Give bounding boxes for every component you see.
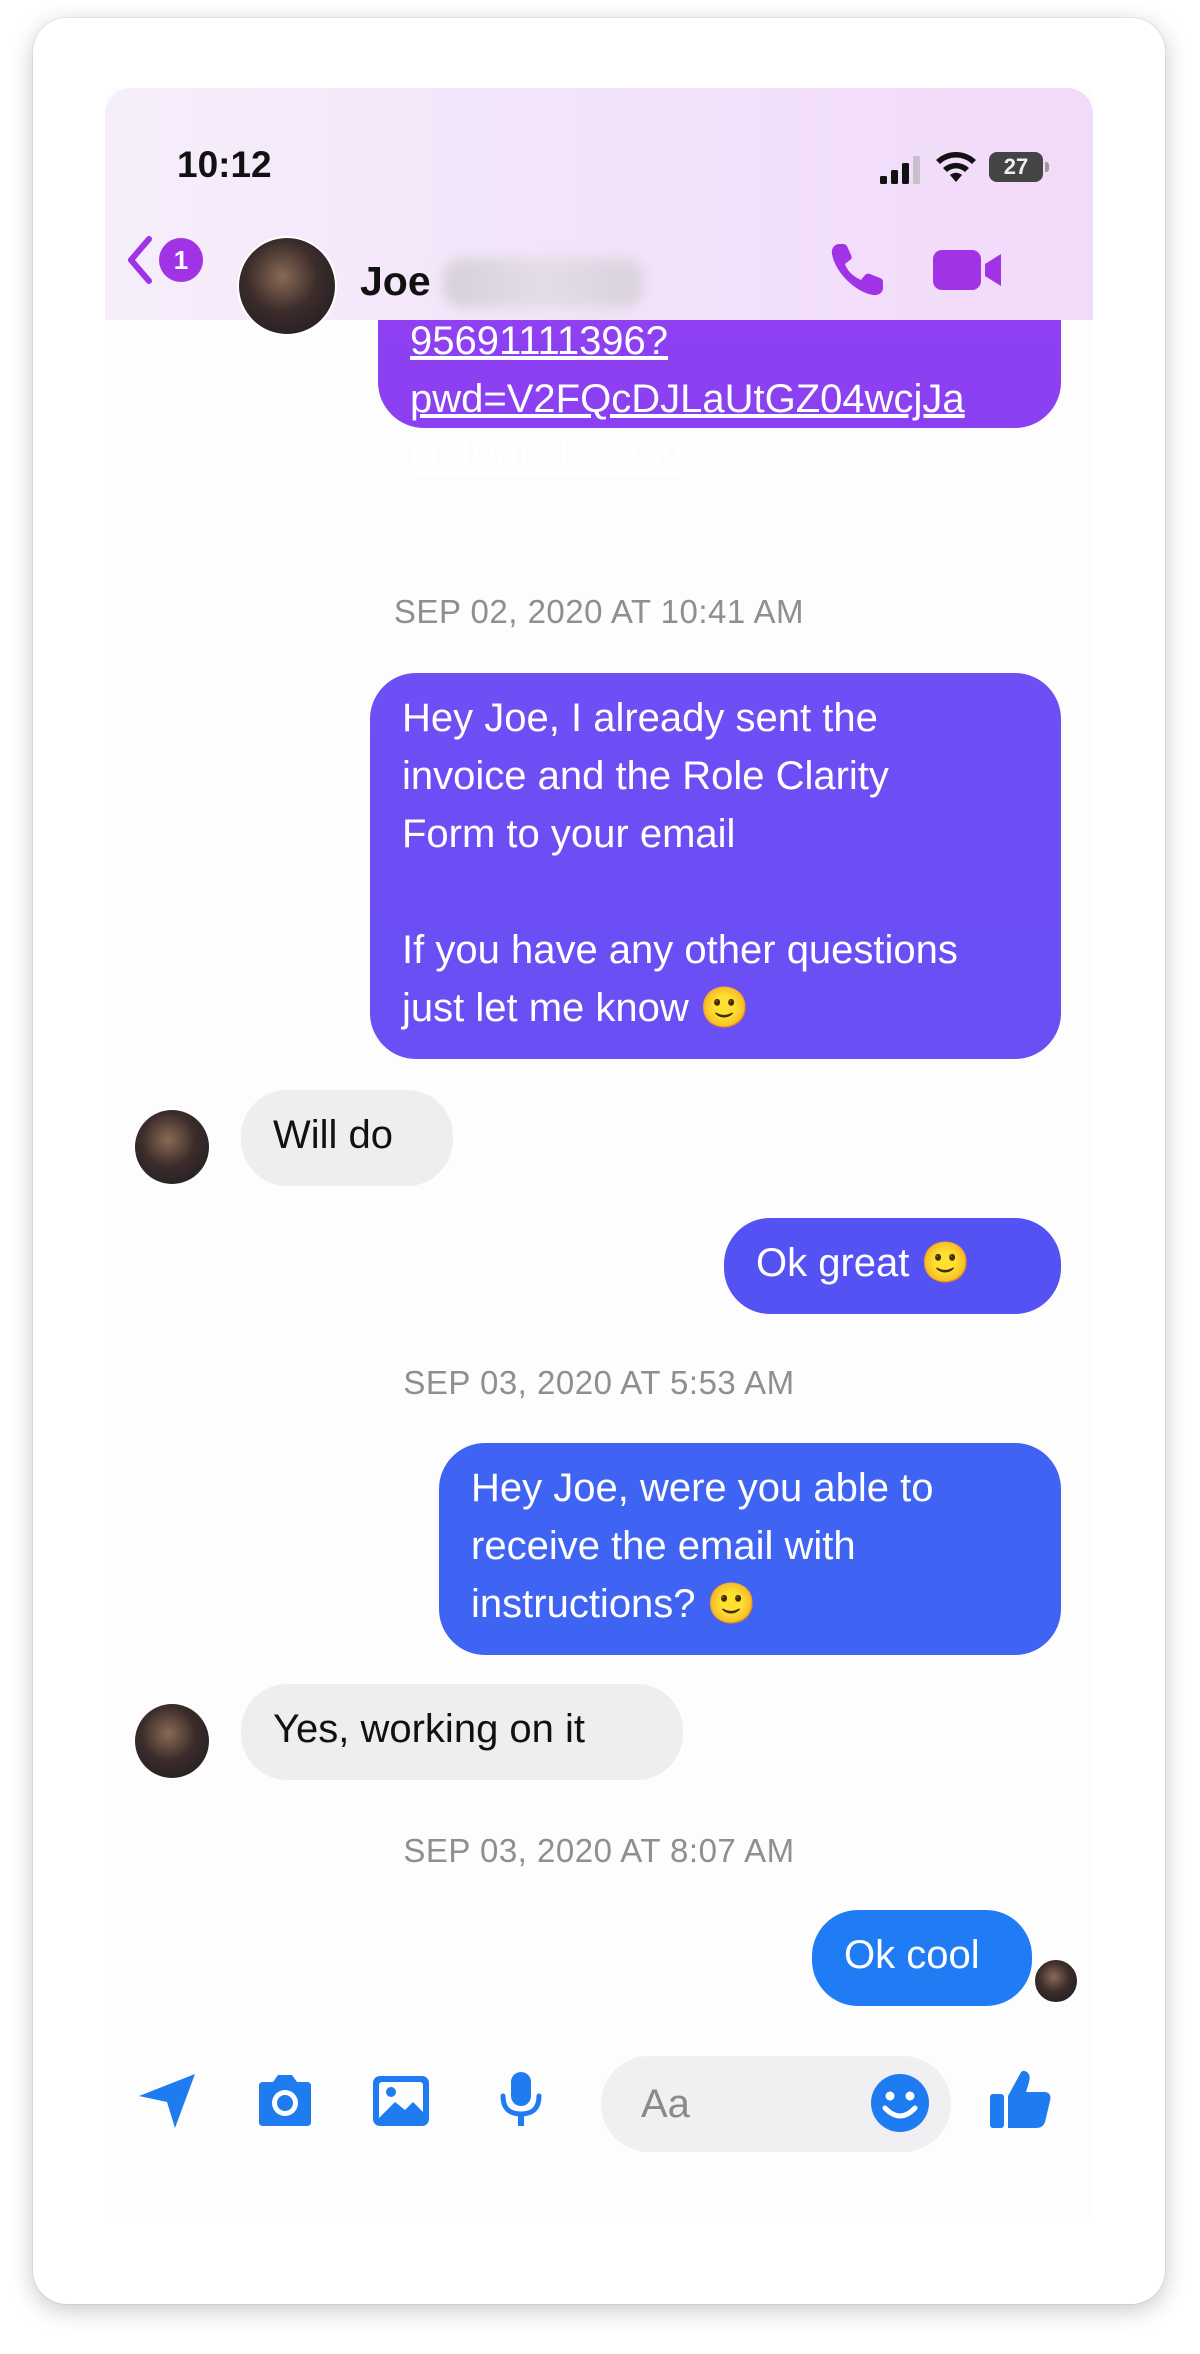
message-text: Hey Joe, I already sent the invoice and … <box>402 696 958 1030</box>
status-time: 10:12 <box>177 144 272 185</box>
message-text: Ok great 🙂 <box>756 1241 971 1285</box>
battery-level: 27 <box>1003 154 1029 179</box>
contact-name[interactable]: Joe <box>360 258 431 305</box>
thumbs-up-icon[interactable] <box>988 2066 1054 2132</box>
conversation-header: 10:12 27 1 Joe <box>105 88 1093 336</box>
incoming-message-working[interactable]: Yes, working on it <box>241 1684 683 1780</box>
timestamp-sep-03-early: SEP 03, 2020 AT 5:53 AM <box>403 1364 795 1401</box>
emoji-picker-icon[interactable] <box>869 2072 931 2134</box>
back-button[interactable]: 1 <box>125 228 217 292</box>
outgoing-message-ok-great[interactable]: Ok great 🙂 <box>724 1218 1061 1314</box>
message-composer <box>105 2038 1093 2158</box>
cellular-signal-icon <box>880 156 920 184</box>
phone-call-icon[interactable] <box>825 238 889 302</box>
contact-avatar[interactable] <box>135 1110 209 1184</box>
message-text: Will do <box>273 1113 394 1157</box>
microphone-icon[interactable] <box>489 2068 553 2132</box>
message-text: Yes, working on it <box>273 1707 586 1751</box>
location-arrow-icon[interactable] <box>135 2068 199 2132</box>
message-text: Ok cool <box>844 1933 980 1977</box>
contact-avatar[interactable] <box>135 1704 209 1778</box>
meeting-link[interactable]: 95691111396? pwd=V2FQcDJLaUtGZ04wcjJa U2… <box>410 319 965 479</box>
redacted-surname <box>443 258 643 308</box>
photo-gallery-icon[interactable] <box>369 2068 433 2132</box>
chevron-left-icon <box>128 236 152 284</box>
contact-avatar[interactable] <box>237 236 337 336</box>
unread-count-badge: 1 <box>159 238 203 282</box>
outgoing-message-invoice[interactable]: Hey Joe, I already sent the invoice and … <box>370 673 1061 1059</box>
message-text: Hey Joe, were you able to receive the em… <box>471 1466 934 1626</box>
battery-icon: 27 <box>989 152 1049 182</box>
camera-icon[interactable] <box>253 2068 317 2132</box>
wifi-icon <box>936 152 976 182</box>
video-call-icon[interactable] <box>931 238 1005 302</box>
timestamp-sep-02: SEP 02, 2020 AT 10:41 AM <box>393 593 805 630</box>
outgoing-message-ok-cool[interactable]: Ok cool <box>812 1910 1032 2006</box>
messenger-screen: 95691111396? pwd=V2FQcDJLaUtGZ04wcjJa U2… <box>105 88 1093 2218</box>
phone-frame: 95691111396? pwd=V2FQcDJLaUtGZ04wcjJa U2… <box>33 18 1165 2304</box>
outgoing-message-instructions[interactable]: Hey Joe, were you able to receive the em… <box>439 1443 1061 1655</box>
timestamp-sep-03-late: SEP 03, 2020 AT 8:07 AM <box>403 1832 795 1869</box>
read-receipt-avatar <box>1033 1958 1079 2004</box>
incoming-message-will-do[interactable]: Will do <box>241 1090 453 1186</box>
